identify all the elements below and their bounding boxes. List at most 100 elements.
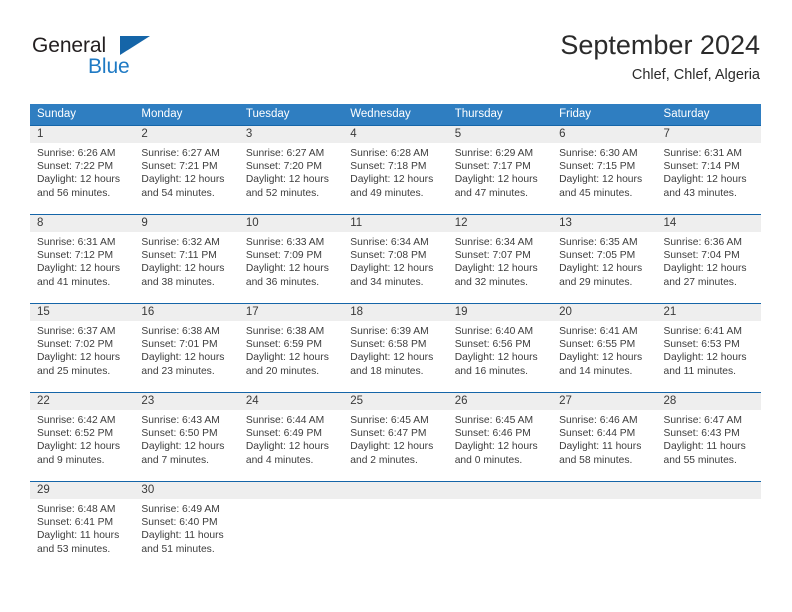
day-number (448, 482, 552, 499)
day-number: 21 (663, 306, 677, 318)
day-number: 11 (350, 217, 363, 229)
day-cell[interactable]: 1 Sunrise: 6:26 AM Sunset: 7:22 PM Dayli… (30, 126, 135, 214)
day-info: Sunrise: 6:32 AM Sunset: 7:11 PM Dayligh… (134, 232, 238, 289)
day-info: Sunrise: 6:42 AM Sunset: 6:52 PM Dayligh… (30, 410, 134, 467)
calendar-page: General Blue September 2024 Chlef, Chlef… (0, 0, 792, 612)
daylight-text-line2: and 0 minutes. (454, 454, 523, 466)
day-cell[interactable]: 3 Sunrise: 6:27 AM Sunset: 7:20 PM Dayli… (238, 126, 344, 214)
day-cell[interactable]: 26 Sunrise: 6:45 AM Sunset: 6:46 PM Dayl… (447, 393, 553, 481)
day-cell[interactable]: 5 Sunrise: 6:29 AM Sunset: 7:17 PM Dayli… (447, 126, 553, 214)
daylight-text-line2: and 23 minutes. (141, 365, 215, 377)
daylight-text-line1: Daylight: 12 hours (245, 352, 329, 364)
sunset-text: Sunset: 6:55 PM (559, 339, 636, 351)
sunrise-text: Sunrise: 6:43 AM (141, 415, 220, 426)
day-cell[interactable]: 14 Sunrise: 6:36 AM Sunset: 7:04 PM Dayl… (656, 215, 761, 303)
daylight-text-line2: and 58 minutes. (559, 454, 633, 466)
sunrise-text: Sunrise: 6:27 AM (245, 148, 325, 159)
day-number: 19 (454, 306, 468, 318)
brand-logo[interactable]: General Blue (32, 34, 212, 88)
day-number: 7 (663, 128, 670, 140)
sunrise-text: Sunrise: 6:29 AM (454, 148, 534, 159)
sunset-text: Sunset: 6:43 PM (663, 428, 740, 440)
sunrise-text: Sunrise: 6:46 AM (559, 415, 638, 426)
day-info: Sunrise: 6:36 AM Sunset: 7:04 PM Dayligh… (657, 232, 761, 289)
day-info: Sunrise: 6:29 AM Sunset: 7:17 PM Dayligh… (448, 143, 552, 200)
day-cell[interactable]: 7 Sunrise: 6:31 AM Sunset: 7:14 PM Dayli… (656, 126, 761, 214)
day-cell[interactable]: 2 Sunrise: 6:27 AM Sunset: 7:21 PM Dayli… (134, 126, 239, 214)
daylight-text-line1: Daylight: 12 hours (141, 174, 225, 186)
sunrise-text: Sunrise: 6:48 AM (37, 504, 116, 515)
day-cell[interactable]: 12 Sunrise: 6:34 AM Sunset: 7:07 PM Dayl… (447, 215, 553, 303)
day-cell[interactable]: 9 Sunrise: 6:32 AM Sunset: 7:11 PM Dayli… (134, 215, 239, 303)
day-cell[interactable]: 23 Sunrise: 6:43 AM Sunset: 6:50 PM Dayl… (134, 393, 239, 481)
day-info: Sunrise: 6:28 AM Sunset: 7:18 PM Dayligh… (343, 143, 447, 200)
day-cell[interactable]: 24 Sunrise: 6:44 AM Sunset: 6:49 PM Dayl… (238, 393, 344, 481)
day-cell-empty (343, 482, 448, 570)
daylight-text-line1: Daylight: 12 hours (350, 352, 434, 364)
day-cell[interactable]: 18 Sunrise: 6:39 AM Sunset: 6:58 PM Dayl… (343, 304, 448, 392)
day-cell[interactable]: 15 Sunrise: 6:37 AM Sunset: 7:02 PM Dayl… (30, 304, 135, 392)
daylight-text-line2: and 55 minutes. (663, 454, 737, 466)
day-number (552, 482, 656, 499)
day-cell[interactable]: 8 Sunrise: 6:31 AM Sunset: 7:12 PM Dayli… (30, 215, 135, 303)
day-number (343, 482, 447, 499)
weekday-header-saturday: Saturday (663, 108, 710, 120)
day-cell[interactable]: 27 Sunrise: 6:46 AM Sunset: 6:44 PM Dayl… (552, 393, 657, 481)
day-cell[interactable]: 6 Sunrise: 6:30 AM Sunset: 7:15 PM Dayli… (552, 126, 657, 214)
sunrise-text: Sunrise: 6:36 AM (663, 237, 742, 248)
daylight-text-line1: Daylight: 12 hours (559, 352, 643, 364)
day-cell[interactable]: 25 Sunrise: 6:45 AM Sunset: 6:47 PM Dayl… (343, 393, 448, 481)
daylight-text-line1: Daylight: 12 hours (350, 441, 434, 453)
day-cell[interactable]: 28 Sunrise: 6:47 AM Sunset: 6:43 PM Dayl… (656, 393, 761, 481)
day-cell[interactable]: 20 Sunrise: 6:41 AM Sunset: 6:55 PM Dayl… (552, 304, 657, 392)
day-cell[interactable]: 16 Sunrise: 6:38 AM Sunset: 7:01 PM Dayl… (134, 304, 239, 392)
page-subtitle: Chlef, Chlef, Algeria (631, 67, 760, 83)
day-cell[interactable]: 10 Sunrise: 6:33 AM Sunset: 7:09 PM Dayl… (238, 215, 344, 303)
day-cell[interactable]: 22 Sunrise: 6:42 AM Sunset: 6:52 PM Dayl… (30, 393, 135, 481)
daylight-text-line2: and 16 minutes. (454, 365, 528, 377)
daylight-text-line1: Daylight: 12 hours (37, 441, 120, 453)
sunrise-text: Sunrise: 6:34 AM (350, 237, 429, 248)
calendar-week-row: 22 Sunrise: 6:42 AM Sunset: 6:52 PM Dayl… (30, 392, 761, 481)
daylight-text-line1: Daylight: 12 hours (37, 174, 120, 186)
daylight-text-line2: and 52 minutes. (245, 187, 320, 199)
calendar-week-row: 15 Sunrise: 6:37 AM Sunset: 7:02 PM Dayl… (30, 303, 761, 392)
sunrise-text: Sunrise: 6:30 AM (559, 148, 638, 159)
day-cell[interactable]: 17 Sunrise: 6:38 AM Sunset: 6:59 PM Dayl… (238, 304, 344, 392)
day-cell[interactable]: 19 Sunrise: 6:40 AM Sunset: 6:56 PM Dayl… (447, 304, 553, 392)
day-info: Sunrise: 6:33 AM Sunset: 7:09 PM Dayligh… (239, 232, 343, 289)
daylight-text-line2: and 56 minutes. (37, 187, 111, 199)
day-cell[interactable]: 21 Sunrise: 6:41 AM Sunset: 6:53 PM Dayl… (656, 304, 761, 392)
daylight-text-line2: and 18 minutes. (350, 365, 424, 377)
sunset-text: Sunset: 7:11 PM (141, 250, 217, 262)
daylight-text-line1: Daylight: 12 hours (350, 174, 434, 186)
day-number: 23 (141, 395, 155, 407)
sunset-text: Sunset: 7:01 PM (141, 339, 218, 351)
daylight-text-line1: Daylight: 12 hours (663, 352, 747, 364)
daylight-text-line2: and 11 minutes. (663, 365, 737, 377)
day-cell[interactable]: 30 Sunrise: 6:49 AM Sunset: 6:40 PM Dayl… (134, 482, 239, 570)
sunrise-text: Sunrise: 6:45 AM (350, 415, 429, 426)
day-cell[interactable]: 4 Sunrise: 6:28 AM Sunset: 7:18 PM Dayli… (343, 126, 448, 214)
day-number: 6 (559, 128, 566, 140)
calendar-grid: Sunday Monday Tuesday Wednesday Thursday… (30, 104, 761, 570)
day-number: 15 (37, 306, 50, 318)
day-cell[interactable]: 29 Sunrise: 6:48 AM Sunset: 6:41 PM Dayl… (30, 482, 135, 570)
daylight-text-line1: Daylight: 12 hours (663, 263, 747, 275)
day-cell[interactable]: 13 Sunrise: 6:35 AM Sunset: 7:05 PM Dayl… (552, 215, 657, 303)
daylight-text-line1: Daylight: 12 hours (454, 352, 538, 364)
sunset-text: Sunset: 7:22 PM (37, 161, 114, 173)
day-info: Sunrise: 6:40 AM Sunset: 6:56 PM Dayligh… (448, 321, 552, 378)
daylight-text-line2: and 7 minutes. (141, 454, 209, 466)
day-number: 16 (141, 306, 155, 318)
daylight-text-line1: Daylight: 12 hours (454, 441, 538, 453)
day-info: Sunrise: 6:30 AM Sunset: 7:15 PM Dayligh… (552, 143, 656, 200)
daylight-text-line1: Daylight: 12 hours (559, 174, 643, 186)
daylight-text-line2: and 29 minutes. (559, 276, 633, 288)
day-number: 4 (350, 128, 357, 140)
day-cell[interactable]: 11 Sunrise: 6:34 AM Sunset: 7:08 PM Dayl… (343, 215, 448, 303)
daylight-text-line2: and 4 minutes. (245, 454, 314, 466)
day-number: 13 (559, 217, 572, 229)
daylight-text-line2: and 9 minutes. (37, 454, 105, 466)
sunset-text: Sunset: 6:52 PM (37, 428, 114, 440)
